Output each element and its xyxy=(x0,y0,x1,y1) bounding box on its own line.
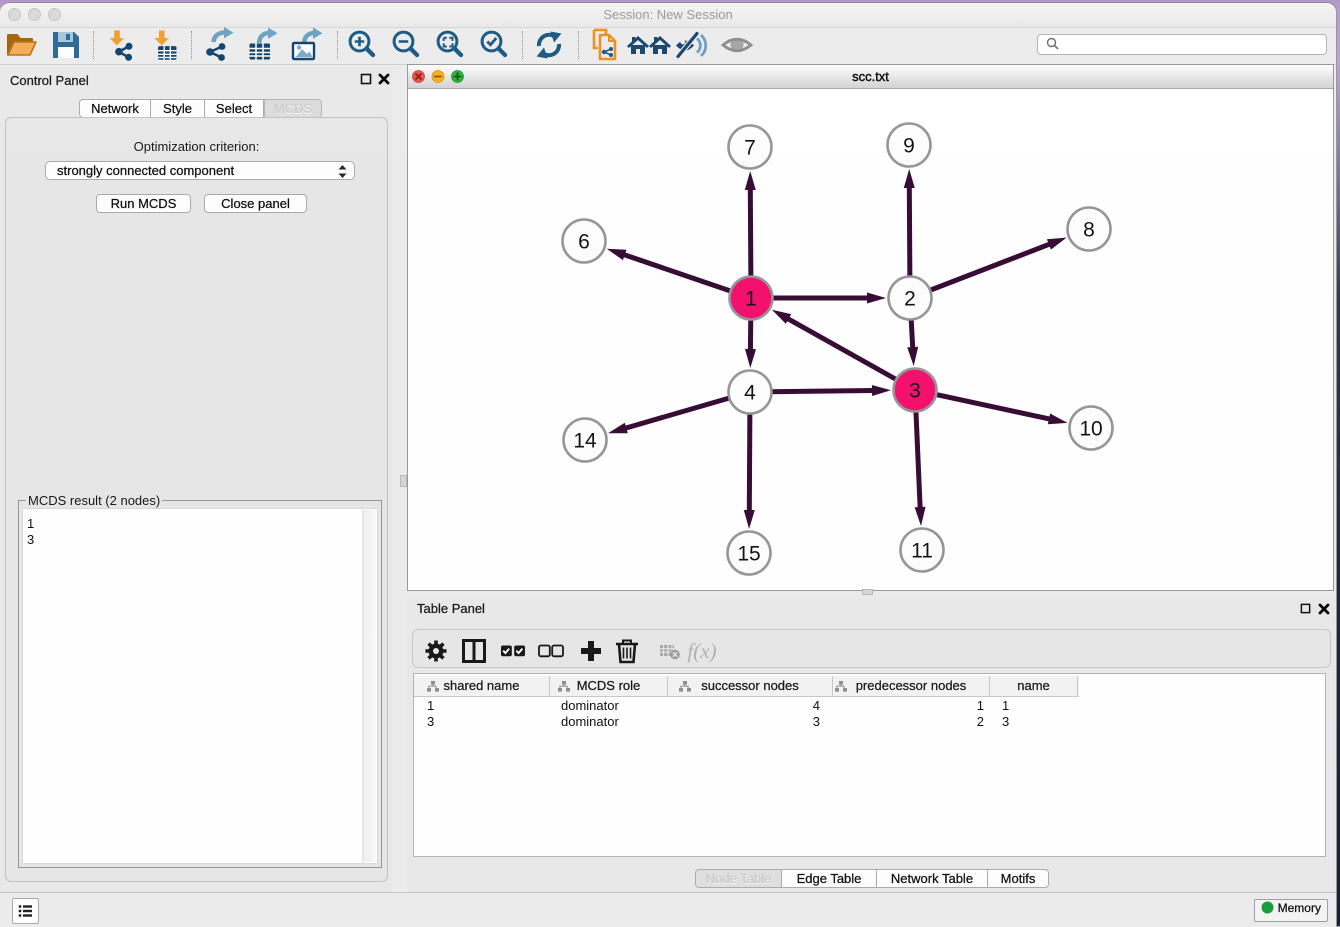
svg-text:9: 9 xyxy=(903,135,915,158)
svg-text:f(x): f(x) xyxy=(687,639,716,663)
svg-text:7: 7 xyxy=(744,137,756,160)
svg-text:11: 11 xyxy=(911,540,933,563)
svg-text:14: 14 xyxy=(573,430,597,453)
svg-text:6: 6 xyxy=(578,231,590,254)
svg-text:8: 8 xyxy=(1083,219,1095,242)
svg-text:3: 3 xyxy=(909,380,921,403)
svg-text:1: 1 xyxy=(745,288,757,311)
svg-text:2: 2 xyxy=(904,288,916,311)
svg-text:15: 15 xyxy=(737,543,760,566)
svg-text:10: 10 xyxy=(1079,418,1102,441)
svg-text:4: 4 xyxy=(744,382,756,405)
